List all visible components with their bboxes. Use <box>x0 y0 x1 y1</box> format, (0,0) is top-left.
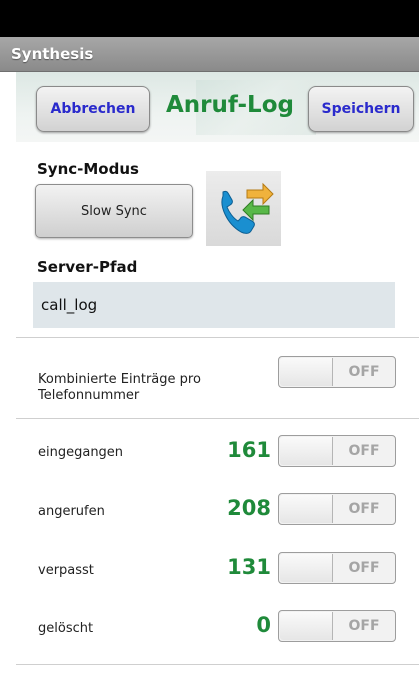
page-title: Anruf-Log <box>166 92 294 118</box>
toggle-state: OFF <box>348 501 380 517</box>
outgoing-toggle[interactable]: OFF <box>278 493 396 525</box>
incoming-toggle[interactable]: OFF <box>278 435 396 467</box>
divider <box>16 418 419 419</box>
app-title-bar: Synthesis <box>0 37 419 72</box>
toggle-state: OFF <box>348 364 380 380</box>
outgoing-label: angerufen <box>38 504 105 519</box>
save-button[interactable]: Speichern <box>308 86 414 132</box>
toggle-state: OFF <box>348 618 380 634</box>
toggle-thumb <box>280 554 333 582</box>
divider <box>16 664 419 665</box>
combined-entries-label: Kombinierte Einträge pro Telefonnummer <box>38 372 201 403</box>
toggle-thumb <box>280 358 333 386</box>
server-path-field[interactable]: call_log <box>33 282 395 328</box>
header-panel: Abbrechen Anruf-Log Speichern <box>16 72 419 142</box>
sync-mode-label: Sync-Modus <box>37 160 139 178</box>
toggle-thumb <box>280 437 333 465</box>
missed-toggle[interactable]: OFF <box>278 552 396 584</box>
toggle-thumb <box>280 495 333 523</box>
combined-entries-toggle[interactable]: OFF <box>278 356 396 388</box>
server-path-label: Server-Pfad <box>37 258 138 276</box>
incoming-label: eingegangen <box>38 445 124 460</box>
status-bar <box>0 0 419 37</box>
deleted-count: 0 <box>256 613 271 637</box>
missed-label: verpasst <box>38 563 94 578</box>
deleted-label: gelöscht <box>38 621 94 636</box>
phone-call-log-icon <box>206 171 281 246</box>
toggle-state: OFF <box>348 560 380 576</box>
missed-count: 131 <box>227 555 271 579</box>
left-margin <box>0 72 16 675</box>
divider <box>16 337 419 338</box>
outgoing-count: 208 <box>227 496 271 520</box>
incoming-count: 161 <box>227 438 271 462</box>
sync-mode-button[interactable]: Slow Sync <box>35 184 193 238</box>
main-content: Abbrechen Anruf-Log Speichern Sync-Modus… <box>16 72 419 675</box>
deleted-toggle[interactable]: OFF <box>278 610 396 642</box>
toggle-thumb <box>280 612 333 640</box>
toggle-state: OFF <box>348 443 380 459</box>
app-title: Synthesis <box>11 45 94 63</box>
cancel-button[interactable]: Abbrechen <box>36 86 150 132</box>
